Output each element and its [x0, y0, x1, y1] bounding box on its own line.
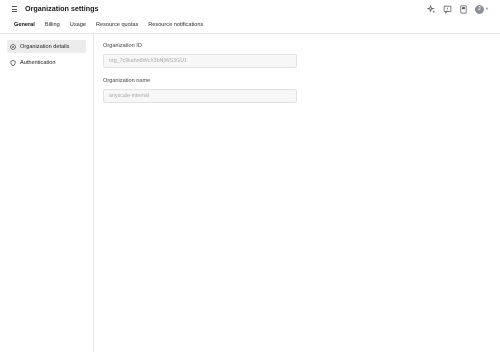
- feedback-icon[interactable]: [443, 5, 452, 14]
- shield-icon: [10, 59, 16, 66]
- org-name-label: Organization name: [103, 78, 151, 84]
- account-menu[interactable]: J ▾: [474, 4, 488, 14]
- tab-usage[interactable]: Usage: [65, 20, 91, 33]
- docs-icon[interactable]: [459, 5, 468, 14]
- menu-icon[interactable]: [9, 4, 19, 14]
- org-id-field[interactable]: org_7c9kahn8WcX3bNjWS3GU1: [103, 54, 297, 68]
- sidebar-item-label: Authentication: [20, 59, 56, 66]
- org-id-label: Organization ID: [103, 43, 142, 49]
- sparkle-icon[interactable]: [426, 4, 436, 14]
- tab-resource-quotas[interactable]: Resource quotas: [91, 20, 143, 33]
- sidebar-item-authentication[interactable]: Authentication: [7, 56, 86, 69]
- top-bar: Organization settings J ▾: [0, 0, 500, 19]
- page-title: Organization settings: [25, 4, 99, 13]
- tab-resource-notifications[interactable]: Resource notifications: [143, 20, 208, 33]
- settings-tabs: General Billing Usage Resource quotas Re…: [9, 20, 208, 34]
- top-icon-group: J ▾: [426, 4, 488, 14]
- tab-general[interactable]: General: [9, 20, 40, 34]
- sidebar: Organization details Authentication: [0, 34, 94, 352]
- sidebar-item-organization-details[interactable]: Organization details: [7, 40, 86, 53]
- avatar: J: [474, 4, 484, 14]
- sidebar-item-label: Organization details: [20, 43, 70, 50]
- org-name-field[interactable]: anyscale-internal: [103, 89, 297, 103]
- tab-billing[interactable]: Billing: [40, 20, 65, 33]
- chevron-down-icon: ▾: [485, 6, 488, 11]
- info-circle-icon: [10, 43, 16, 50]
